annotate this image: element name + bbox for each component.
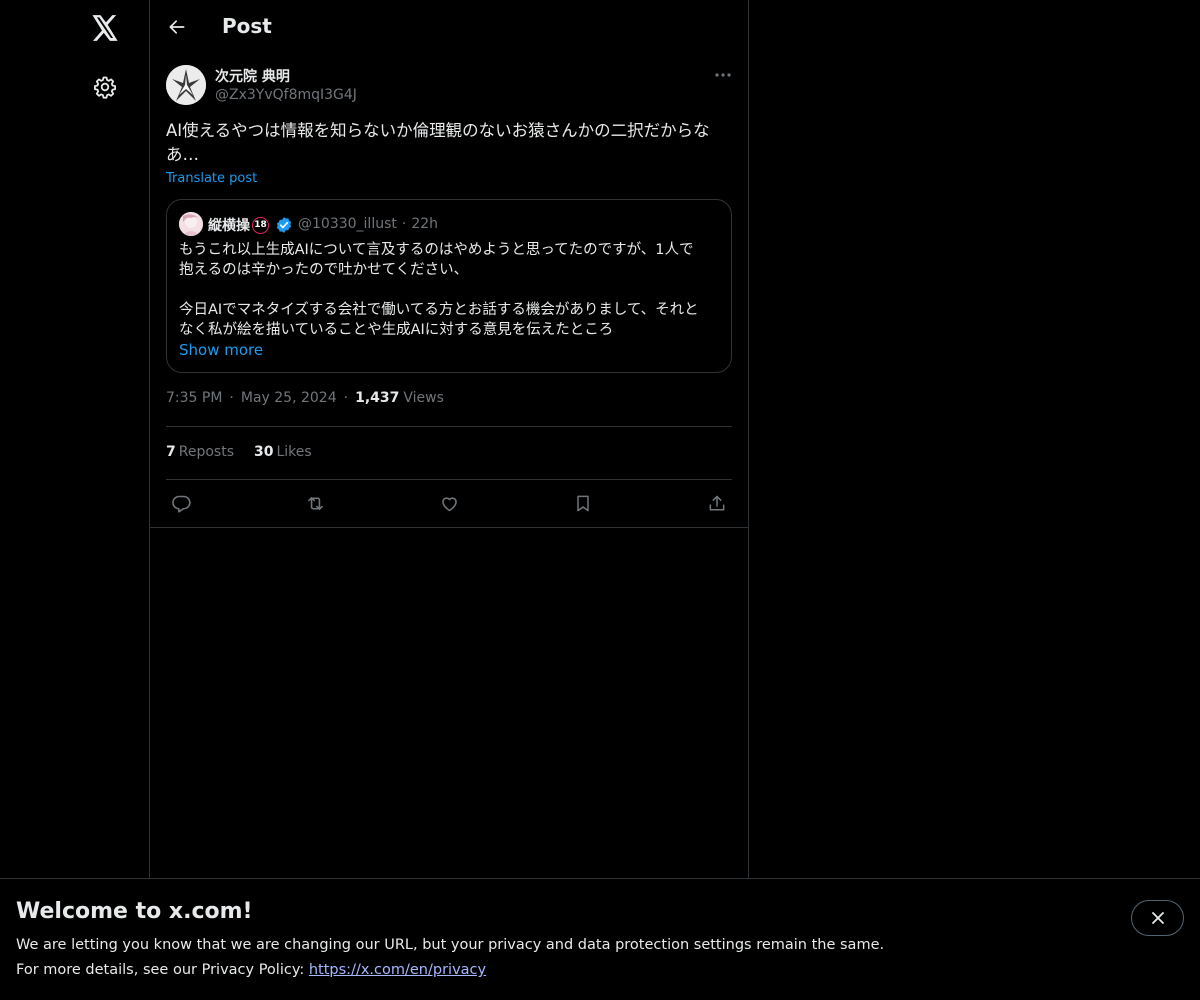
quote-text: もうこれ以上生成AIについて言及するのはやめようと思ってたのですが、1人で 抱え… — [179, 240, 724, 340]
quote-line: もうこれ以上生成AIについて言及するのはやめようと思ってたのですが、1人で — [179, 242, 694, 258]
divider — [166, 426, 732, 427]
share-icon[interactable] — [702, 488, 732, 518]
close-icon[interactable] — [1131, 900, 1184, 936]
reposts-count: 7 — [166, 444, 176, 460]
quote-author-name-text: 縦横操 — [208, 218, 250, 234]
arrow-left-icon[interactable] — [160, 10, 194, 44]
url-change-banner: Welcome to x.com! We are letting you kno… — [0, 878, 1200, 1000]
author-handle[interactable]: @Zx3YvQf8mqI3G4J — [215, 87, 357, 103]
gear-icon[interactable] — [83, 65, 127, 109]
quote-author-handle: @10330_illust — [298, 216, 397, 232]
author-avatar[interactable] — [166, 65, 206, 105]
views-count: 1,437 — [355, 390, 400, 406]
heart-icon[interactable] — [434, 488, 464, 518]
post-date[interactable]: May 25, 2024 — [241, 390, 337, 406]
quote-line — [179, 280, 724, 300]
age-badge: 18 — [252, 216, 269, 234]
x-logo-icon[interactable] — [83, 6, 127, 50]
quote-meta: @10330_illust · 22h — [298, 216, 439, 232]
more-dots-icon[interactable] — [708, 64, 738, 86]
left-nav — [0, 0, 150, 1000]
banner-title: Welcome to x.com! — [16, 899, 253, 924]
bookmark-icon[interactable] — [568, 488, 598, 518]
post-column: Post 次元院 典明 @Zx3YvQf8mqI3G4J AI使えるやつは情報を… — [149, 0, 749, 1000]
banner-message: We are letting you know that we are chan… — [16, 937, 885, 953]
page-header: Post — [150, 0, 748, 53]
repost-icon[interactable] — [300, 488, 330, 518]
divider — [150, 527, 748, 528]
translate-post-link[interactable]: Translate post — [166, 171, 257, 186]
post-meta: 7:35 PM · May 25, 2024 · 1,437 Views — [166, 390, 444, 406]
post-text: AI使えるやつは情報を知らないか倫理観のないお猿さんかの二択だからなあ… — [166, 121, 710, 164]
banner-policy-line: For more details, see our Privacy Policy… — [16, 962, 486, 978]
action-bar — [166, 488, 732, 518]
quote-line: 今日AIでマネタイズする会社で働いてる方とお話する機会がありまして、それと — [179, 302, 699, 318]
views-label: Views — [403, 390, 444, 406]
quote-line: なく私が絵を描いていることや生成AIに対する意見を伝えたところ — [179, 322, 614, 338]
likes-label: Likes — [276, 444, 312, 460]
author-name[interactable]: 次元院 典明 — [215, 66, 290, 86]
privacy-policy-link[interactable]: https://x.com/en/privacy — [309, 962, 486, 978]
quote-author-name: 縦横操 18 — [208, 215, 269, 235]
quoted-post[interactable]: 縦横操 18 @10330_illust · 22h もうこれ以上生成AIについて言… — [166, 199, 732, 373]
quote-line: 抱えるのは辛かったので吐かせてください、 — [179, 262, 469, 278]
reposts-label: Reposts — [178, 444, 234, 460]
likes-stat[interactable]: 30 Likes — [254, 444, 312, 460]
post-stats: 7 Reposts 30 Likes — [166, 444, 332, 460]
quote-author-avatar — [179, 212, 203, 236]
page-title: Post — [222, 14, 272, 38]
post-time[interactable]: 7:35 PM — [166, 390, 222, 406]
reply-icon[interactable] — [166, 488, 196, 518]
banner-policy-prefix: For more details, see our Privacy Policy… — [16, 962, 309, 978]
reposts-stat[interactable]: 7 Reposts — [166, 444, 234, 460]
quote-time: 22h — [411, 216, 439, 232]
likes-count: 30 — [254, 444, 274, 460]
divider — [166, 479, 732, 480]
show-more-link[interactable]: Show more — [179, 341, 263, 359]
verified-badge-icon — [275, 216, 293, 234]
